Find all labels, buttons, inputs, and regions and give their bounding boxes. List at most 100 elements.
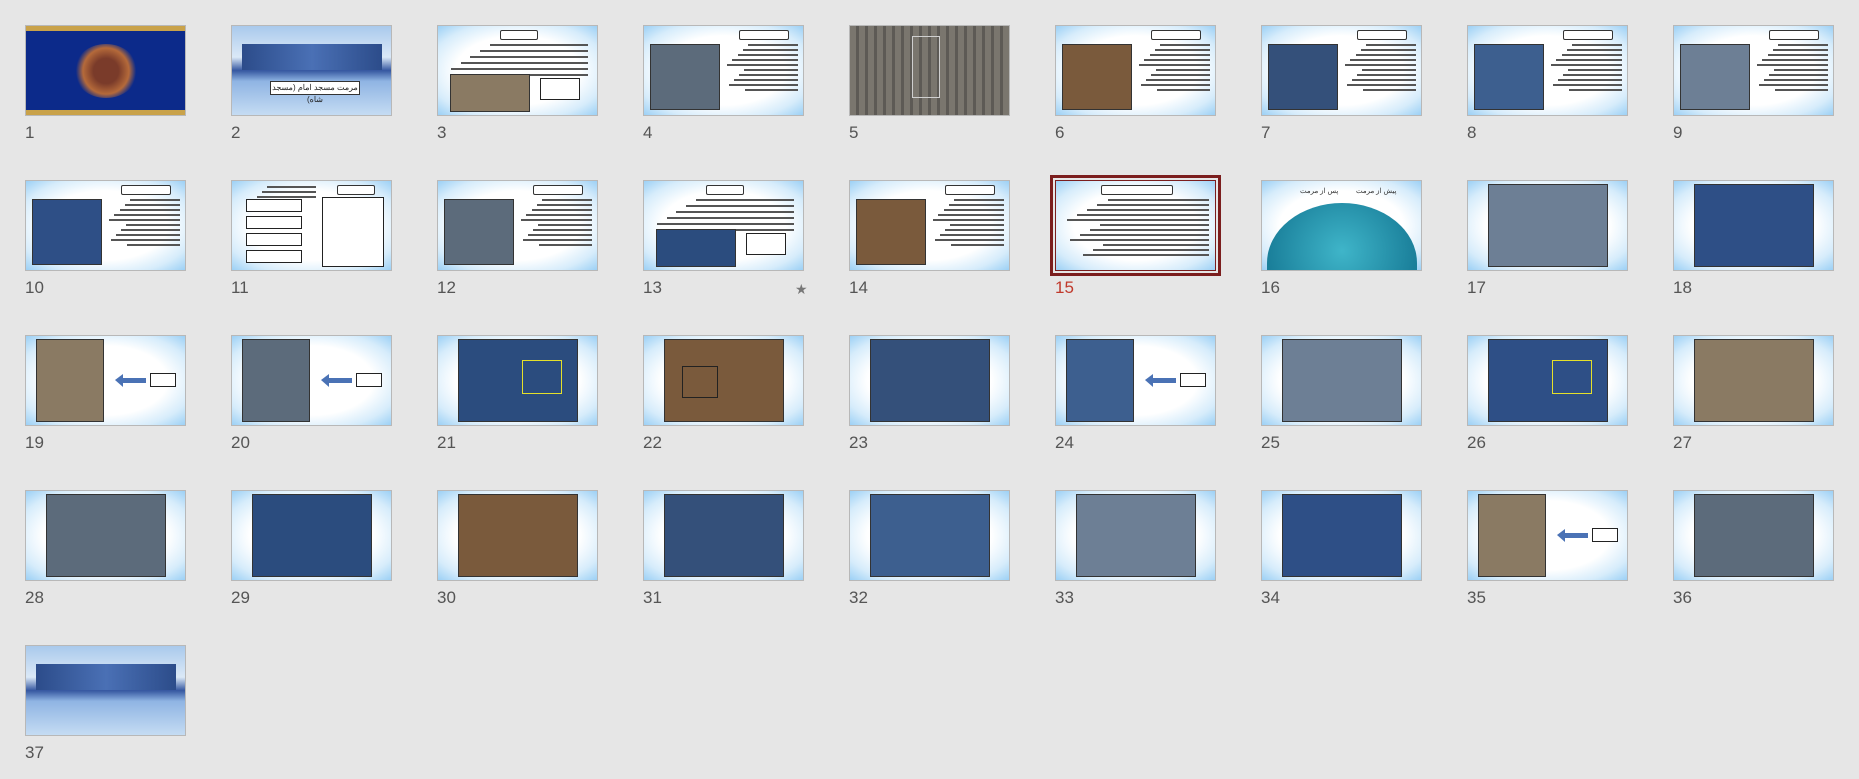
highlight-box xyxy=(1552,360,1592,394)
slide-thumbnail-27[interactable] xyxy=(1673,335,1834,426)
slide-photo xyxy=(1478,494,1546,577)
pointer-arrow-icon xyxy=(321,374,352,387)
slide-thumbnail-1[interactable] xyxy=(25,25,186,116)
slide-title-box xyxy=(337,185,375,195)
slide-number: 33 xyxy=(1055,588,1074,607)
slide-thumbnail-28[interactable] xyxy=(25,490,186,581)
slide-thumbnail-5[interactable] xyxy=(849,25,1010,116)
slide-thumbnail-7[interactable] xyxy=(1261,25,1422,116)
slide-number: 7 xyxy=(1261,123,1271,142)
slide-thumbnail-37[interactable] xyxy=(25,645,186,736)
slide-thumbnail-6[interactable] xyxy=(1055,25,1216,116)
slide-number: 35 xyxy=(1467,588,1486,607)
slide-text-box xyxy=(150,373,176,387)
slide-thumbnail-4[interactable] xyxy=(643,25,804,116)
slide-photo xyxy=(664,494,784,577)
slide-number: 16 xyxy=(1261,278,1280,297)
slide-number: 17 xyxy=(1467,278,1486,297)
slide-text-lines xyxy=(520,199,592,249)
slide-number: 25 xyxy=(1261,433,1280,452)
slide-photo xyxy=(36,339,104,422)
slide-photo xyxy=(870,339,990,422)
slide-number: 22 xyxy=(643,433,662,452)
slide-thumbnail-29[interactable] xyxy=(231,490,392,581)
slide-photo xyxy=(1474,44,1544,110)
slide-photo xyxy=(1694,494,1814,577)
square-outline xyxy=(912,36,940,98)
slide-thumbnail-23[interactable] xyxy=(849,335,1010,426)
slide-photo xyxy=(1694,184,1814,267)
slide-photo xyxy=(1282,494,1402,577)
slide-photo xyxy=(46,494,166,577)
slide-thumbnail-26[interactable] xyxy=(1467,335,1628,426)
slide-photo xyxy=(252,494,372,577)
slide-number: 10 xyxy=(25,278,44,297)
slide-sorter-grid: 1 مرمت مسجد امام (مسجد شاه) 2 3 4 5 6 7 8 9 10 11 12… xyxy=(0,0,1859,779)
slide-thumbnail-18[interactable] xyxy=(1673,180,1834,271)
slide-thumbnail-10[interactable] xyxy=(25,180,186,271)
slide-text-lines xyxy=(1344,44,1416,94)
slide-text-lines xyxy=(1138,44,1210,94)
slide-title-box xyxy=(533,185,583,195)
slide-text-box xyxy=(746,233,786,255)
slide-thumbnail-9[interactable] xyxy=(1673,25,1834,116)
mosque-silhouette xyxy=(242,44,382,70)
slide-photo xyxy=(1488,184,1608,267)
slide-number: 12 xyxy=(437,278,456,297)
slide-number: 6 xyxy=(1055,123,1065,142)
slide-photo xyxy=(870,494,990,577)
slide-thumbnail-11[interactable] xyxy=(231,180,392,271)
slide-text-box xyxy=(356,373,382,387)
slide-thumbnail-15[interactable] xyxy=(1050,175,1221,276)
slide-thumbnail-3[interactable] xyxy=(437,25,598,116)
slide-thumbnail-35[interactable] xyxy=(1467,490,1628,581)
slide-thumbnail-12[interactable] xyxy=(437,180,598,271)
slide-thumbnail-14[interactable] xyxy=(849,180,1010,271)
slide-thumbnail-24[interactable] xyxy=(1055,335,1216,426)
slide-thumbnail-16[interactable]: پس از مرمت پیش از مرمت xyxy=(1261,180,1422,271)
slide-title-box xyxy=(1151,30,1201,40)
slide-photo xyxy=(856,199,926,265)
slide-number: 29 xyxy=(231,588,250,607)
slide-thumbnail-8[interactable] xyxy=(1467,25,1628,116)
slide-thumbnail-22[interactable] xyxy=(643,335,804,426)
pointer-arrow-icon xyxy=(1557,529,1588,542)
slide-thumbnail-21[interactable] xyxy=(437,335,598,426)
slide-number: 34 xyxy=(1261,588,1280,607)
slide-number: 5 xyxy=(849,123,859,142)
slide-text-lines xyxy=(108,199,180,249)
slide-title-box xyxy=(500,30,538,40)
slide-thumbnail-25[interactable] xyxy=(1261,335,1422,426)
slide-text-box xyxy=(246,216,302,229)
slide-number: 3 xyxy=(437,123,447,142)
slide-thumbnail-36[interactable] xyxy=(1673,490,1834,581)
slide-number: 37 xyxy=(25,743,44,762)
slide-number: 4 xyxy=(643,123,653,142)
slide-thumbnail-2[interactable]: مرمت مسجد امام (مسجد شاه) xyxy=(231,25,392,116)
slide-text-box xyxy=(540,78,580,100)
slide-text-box xyxy=(1592,528,1618,542)
slide-thumbnail-20[interactable] xyxy=(231,335,392,426)
slide-number: 14 xyxy=(849,278,868,297)
animation-star-icon[interactable]: ★ xyxy=(795,281,808,298)
slide-thumbnail-32[interactable] xyxy=(849,490,1010,581)
slide-thumbnail-31[interactable] xyxy=(643,490,804,581)
slide-number: 32 xyxy=(849,588,868,607)
slide-thumbnail-13[interactable] xyxy=(643,180,804,271)
slide-thumbnail-17[interactable] xyxy=(1467,180,1628,271)
slide-number: 19 xyxy=(25,433,44,452)
slide-title-box xyxy=(121,185,171,195)
after-label: پیش از مرمت xyxy=(1356,188,1397,195)
slide-title-box xyxy=(1769,30,1819,40)
slide-number: 20 xyxy=(231,433,250,452)
slide-number: 21 xyxy=(437,433,456,452)
slide-number: 8 xyxy=(1467,123,1477,142)
slide-title-box xyxy=(945,185,995,195)
slide-text-lines xyxy=(1756,44,1828,94)
slide-thumbnail-33[interactable] xyxy=(1055,490,1216,581)
slide-thumbnail-19[interactable] xyxy=(25,335,186,426)
slide-number: 11 xyxy=(231,278,249,297)
slide-thumbnail-30[interactable] xyxy=(437,490,598,581)
slide-photo xyxy=(32,199,102,265)
slide-thumbnail-34[interactable] xyxy=(1261,490,1422,581)
